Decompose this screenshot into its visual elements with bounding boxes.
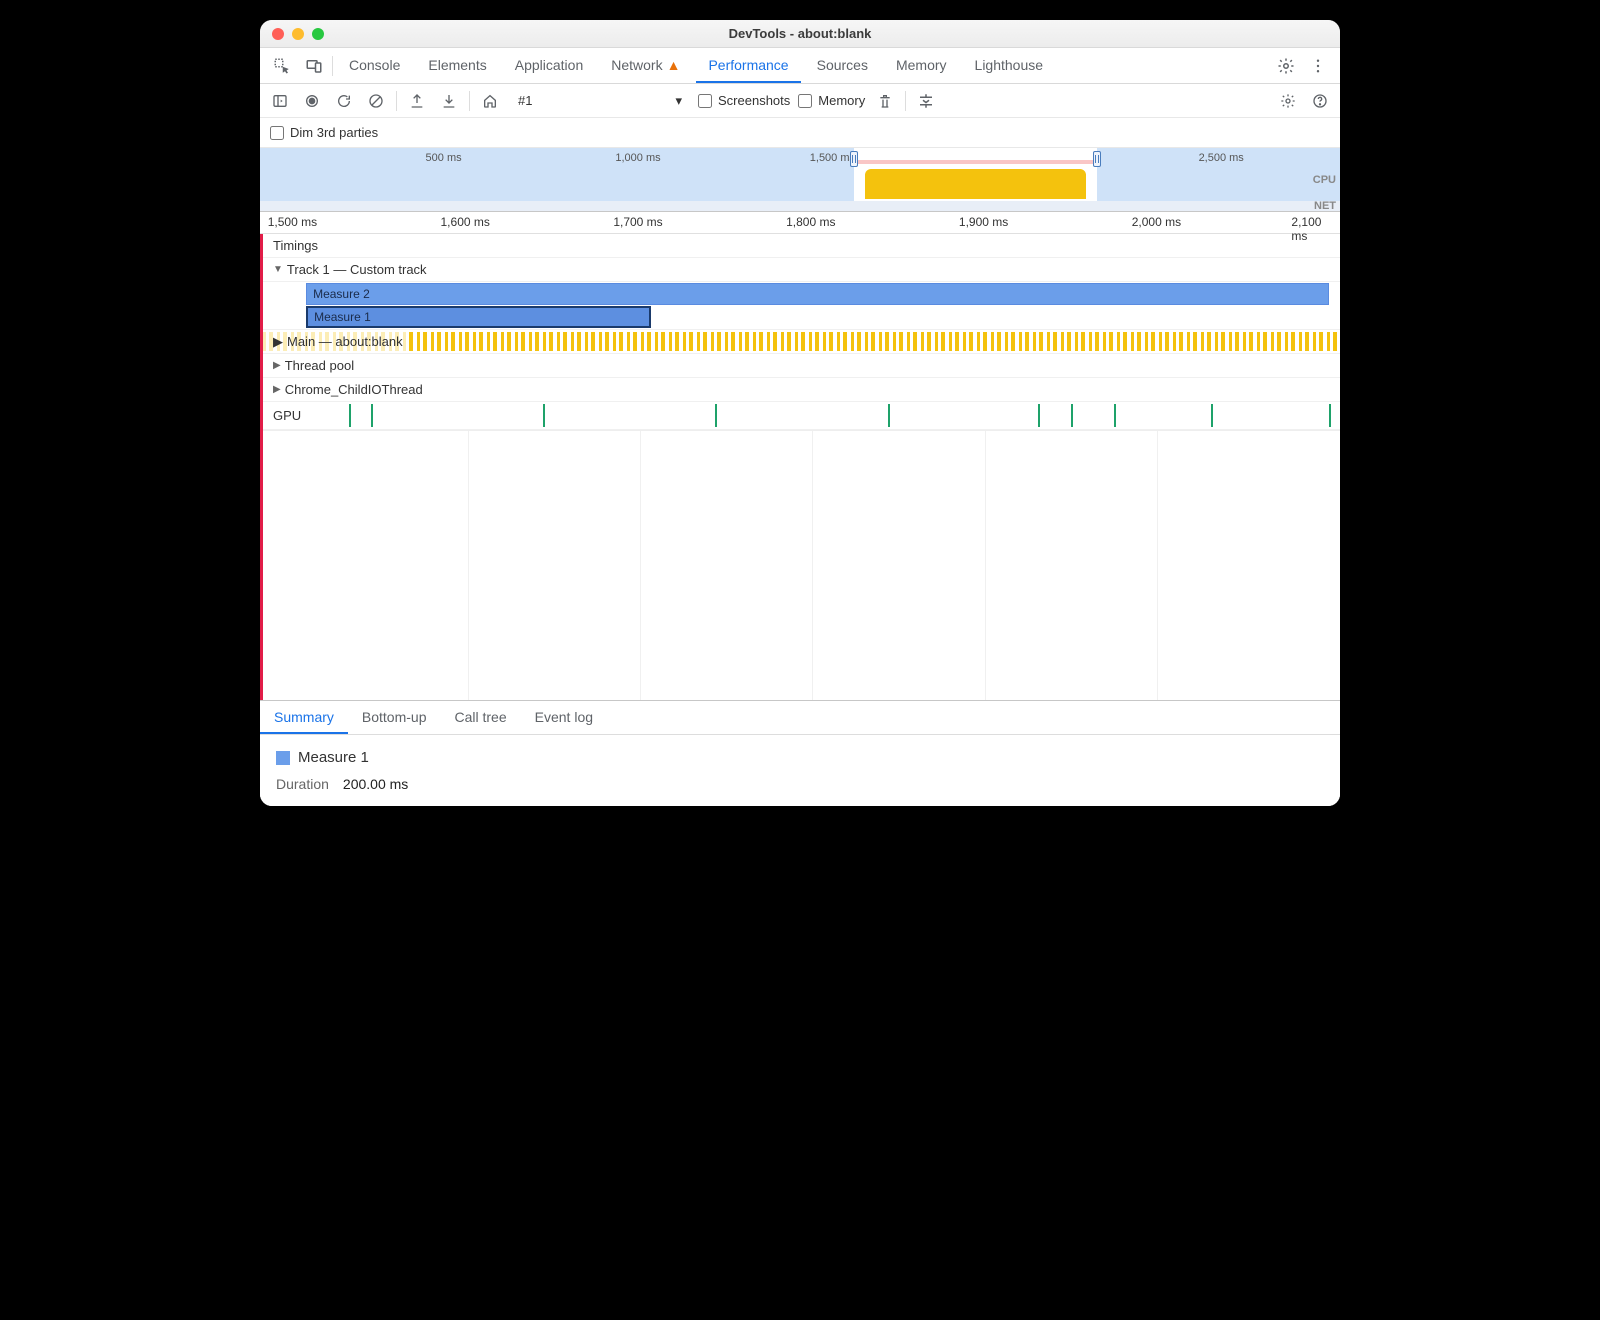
track-childio[interactable]: ▶Chrome_ChildIOThread (263, 378, 1340, 402)
maximize-window-button[interactable] (312, 28, 324, 40)
separator (396, 91, 397, 111)
separator (905, 91, 906, 111)
track-label: Timings (263, 236, 324, 255)
separator (469, 91, 470, 111)
dtab-summary[interactable]: Summary (260, 701, 348, 734)
help-icon[interactable] (1308, 89, 1332, 113)
track-custom[interactable]: ▼Track 1 — Custom track (263, 258, 1340, 282)
track-label: ▼Track 1 — Custom track (263, 260, 433, 279)
track-main[interactable]: ▶Main — about:blank (263, 330, 1340, 354)
tab-console[interactable]: Console (337, 48, 412, 83)
selected-event-title: Measure 1 (276, 749, 1324, 766)
flame-chart-grid[interactable] (263, 430, 1340, 700)
performance-toolbar: #1 ▾ Screenshots Memory (260, 84, 1340, 118)
overview-left-handle[interactable] (850, 151, 858, 167)
separator (332, 56, 333, 76)
details-tabs: Summary Bottom-up Call tree Event log (260, 701, 1340, 735)
gpu-activity (263, 404, 1340, 427)
expand-icon[interactable]: ▶ (273, 334, 283, 350)
chevron-down-icon: ▾ (675, 93, 682, 109)
titlebar: DevTools - about:blank (260, 20, 1340, 48)
track-label: ▶Thread pool (263, 356, 360, 375)
collapse-icon[interactable]: ▼ (273, 264, 283, 275)
clear-icon[interactable] (364, 89, 388, 113)
tab-elements[interactable]: Elements (416, 48, 498, 83)
settings-gear-icon[interactable] (1272, 52, 1300, 80)
cpu-label: CPU (1313, 174, 1336, 186)
details-body: Measure 1 Duration 200.00 ms (260, 735, 1340, 806)
capture-settings-gear-icon[interactable] (1276, 89, 1300, 113)
net-label: NET (1314, 200, 1336, 212)
device-toolbar-icon[interactable] (300, 52, 328, 80)
measure-bar[interactable]: Measure 2 (306, 283, 1329, 305)
minimize-window-button[interactable] (292, 28, 304, 40)
tab-sources[interactable]: Sources (805, 48, 880, 83)
overview-right-handle[interactable] (1093, 151, 1101, 167)
close-window-button[interactable] (272, 28, 284, 40)
tab-application[interactable]: Application (503, 48, 596, 83)
track-label: GPU (263, 406, 307, 425)
tab-performance[interactable]: Performance (696, 48, 800, 83)
gc-icon[interactable] (873, 89, 897, 113)
measure-bar-selected[interactable]: Measure 1 (306, 306, 651, 328)
recording-name: #1 (518, 93, 532, 108)
recording-selector[interactable]: #1 ▾ (510, 89, 690, 113)
shortcuts-icon[interactable] (914, 89, 938, 113)
inspect-element-icon[interactable] (268, 52, 296, 80)
memory-checkbox[interactable]: Memory (798, 93, 865, 108)
home-icon[interactable] (478, 89, 502, 113)
main-thread-activity (263, 332, 1340, 351)
overview-task-strip (856, 160, 1095, 164)
overview-net-strip (260, 201, 1340, 211)
track-gpu[interactable]: GPU (263, 402, 1340, 430)
details-pane: Summary Bottom-up Call tree Event log Me… (260, 700, 1340, 806)
filter-bar: Dim 3rd parties (260, 118, 1340, 148)
panel-tabs: Console Elements Application Network▲ Pe… (260, 48, 1340, 84)
dtab-calltree[interactable]: Call tree (441, 701, 521, 734)
tab-network[interactable]: Network▲ (599, 48, 692, 83)
upload-icon[interactable] (405, 89, 429, 113)
dtab-eventlog[interactable]: Event log (521, 701, 607, 734)
expand-icon[interactable]: ▶ (273, 384, 281, 395)
toggle-sidebar-icon[interactable] (268, 89, 292, 113)
track-label: ▶Main — about:blank (263, 332, 409, 352)
overview-ticks: 500 ms 1,000 ms 1,500 ms 2,000 ms 2,500 … (260, 152, 1340, 166)
time-ruler[interactable]: 1,500 ms 1,600 ms 1,700 ms 1,800 ms 1,90… (260, 212, 1340, 234)
tab-memory[interactable]: Memory (884, 48, 959, 83)
track-timings[interactable]: Timings (263, 234, 1340, 258)
more-menu-icon[interactable] (1304, 52, 1332, 80)
duration-row: Duration 200.00 ms (276, 776, 1324, 792)
timeline-overview[interactable]: 500 ms 1,000 ms 1,500 ms 2,000 ms 2,500 … (260, 148, 1340, 212)
custom-track-measures: Measure 2 Measure 1 (263, 282, 1340, 330)
flame-chart[interactable]: Timings ▼Track 1 — Custom track Measure … (260, 234, 1340, 700)
screenshots-checkbox[interactable]: Screenshots (698, 93, 790, 108)
reload-record-icon[interactable] (332, 89, 356, 113)
track-threadpool[interactable]: ▶Thread pool (263, 354, 1340, 378)
dtab-bottomup[interactable]: Bottom-up (348, 701, 441, 734)
warning-icon: ▲ (667, 57, 681, 73)
expand-icon[interactable]: ▶ (273, 360, 281, 371)
dim-third-parties-checkbox[interactable]: Dim 3rd parties (270, 125, 378, 140)
tab-lighthouse[interactable]: Lighthouse (963, 48, 1056, 83)
color-swatch (276, 751, 290, 765)
devtools-window: DevTools - about:blank Console Elements … (260, 20, 1340, 806)
record-icon[interactable] (300, 89, 324, 113)
download-icon[interactable] (437, 89, 461, 113)
window-title: DevTools - about:blank (260, 26, 1340, 41)
track-label: ▶Chrome_ChildIOThread (263, 380, 429, 399)
overview-cpu-activity (865, 169, 1086, 199)
window-controls (272, 28, 324, 40)
